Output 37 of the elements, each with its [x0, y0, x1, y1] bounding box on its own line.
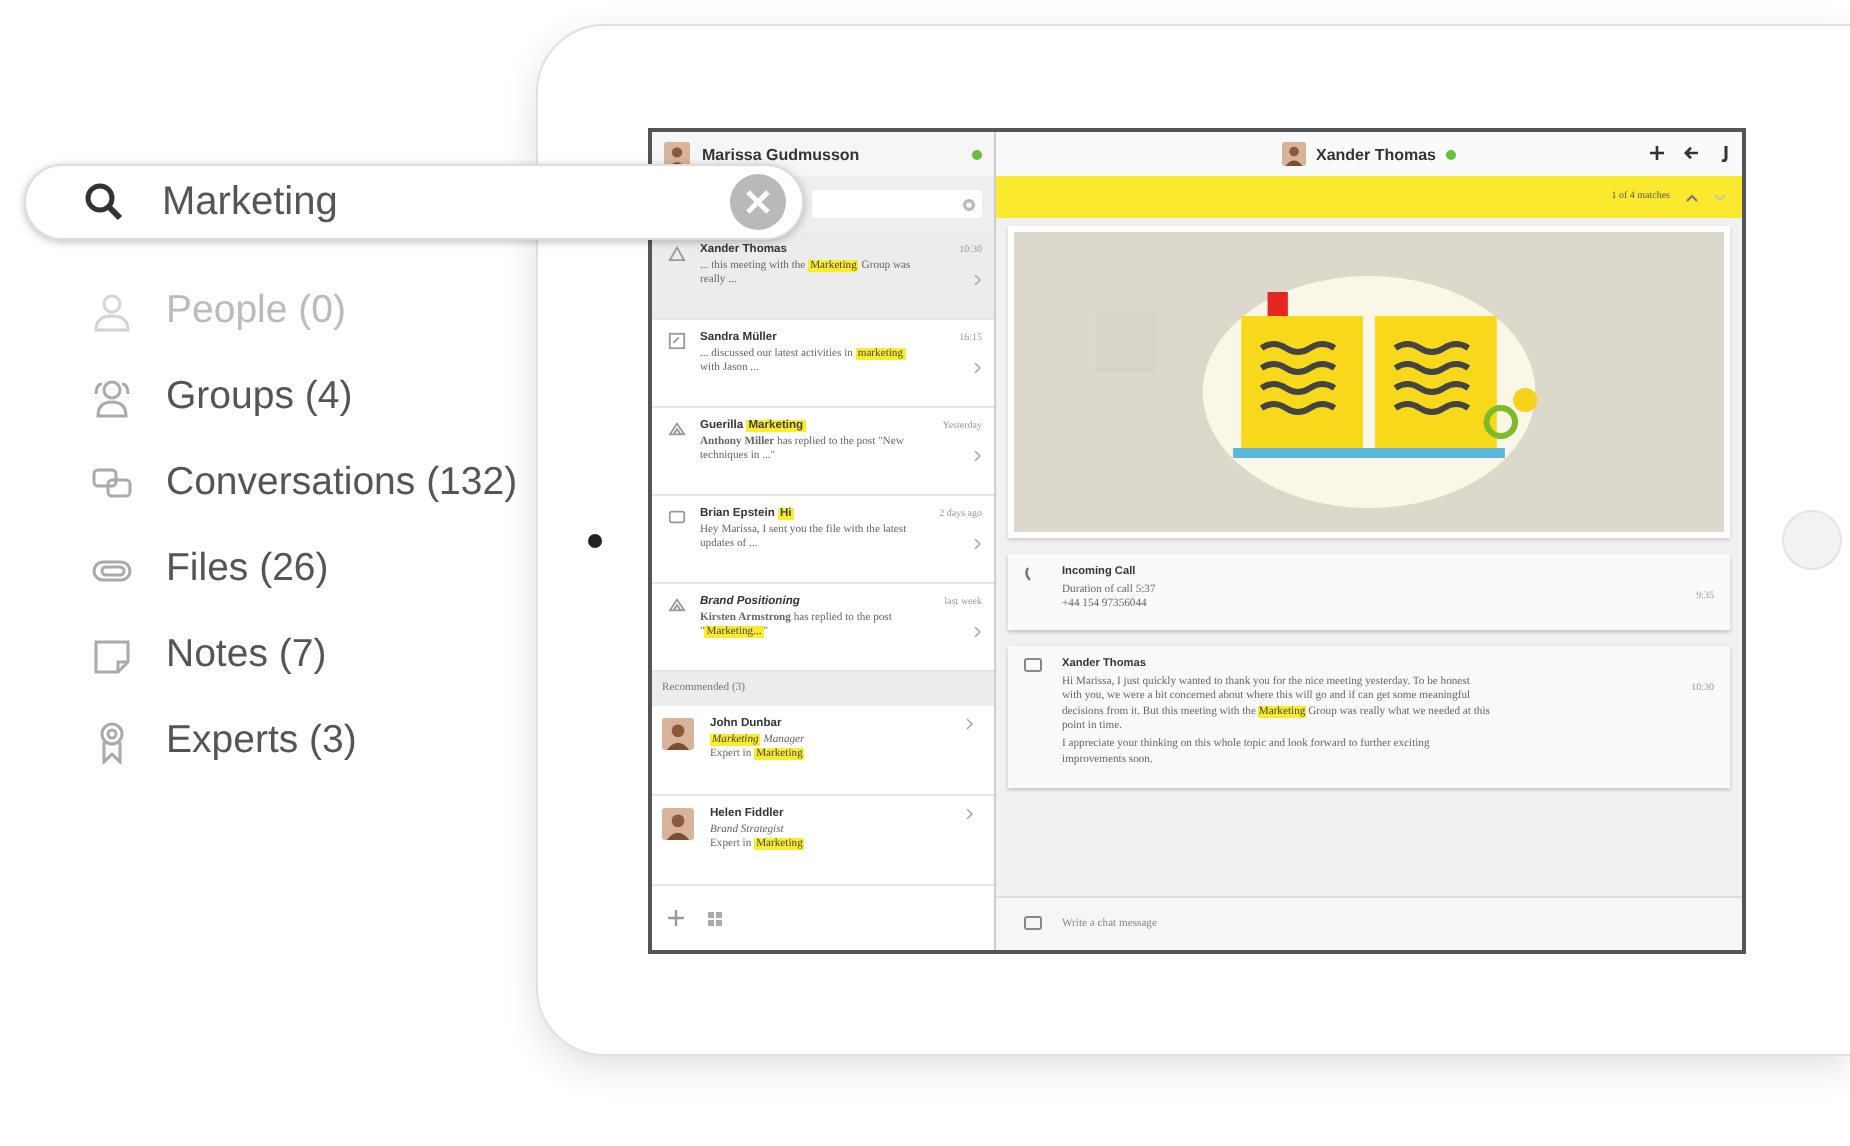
avatar-icon	[1281, 142, 1306, 166]
group-icon	[668, 596, 686, 614]
chevron-icon	[974, 538, 982, 550]
chat-icon	[1024, 657, 1042, 674]
clear-icon	[962, 197, 976, 211]
chat-icon	[668, 508, 686, 526]
chevron-icon	[966, 808, 974, 820]
up-chevron-icon[interactable]	[1686, 193, 1698, 201]
add-icon[interactable]	[1650, 146, 1664, 160]
result-type-link[interactable]: Groups (4)	[166, 374, 353, 420]
avatar-icon	[664, 141, 690, 167]
search-icon	[82, 180, 126, 224]
contact-name: Xander Thomas	[1315, 145, 1436, 163]
close-icon	[742, 186, 774, 218]
note-icon	[668, 332, 686, 350]
search-bar[interactable]: Marketing	[24, 164, 804, 240]
clear-button[interactable]	[730, 174, 786, 230]
avatar-icon	[662, 808, 694, 840]
search-field[interactable]	[812, 190, 982, 218]
camera-dot	[588, 534, 602, 548]
arrow-icon[interactable]	[1684, 146, 1698, 160]
result-type-link[interactable]: Experts (3)	[166, 718, 357, 764]
result-type-link[interactable]: Notes (7)	[166, 632, 327, 678]
grid-icon[interactable]	[708, 911, 722, 925]
chevron-icon	[974, 450, 982, 462]
chevron-icon	[974, 274, 982, 286]
user-name: Marissa Gudmusson	[702, 145, 862, 163]
chevron-icon	[974, 626, 982, 638]
search-field[interactable]: Marketing	[158, 177, 698, 227]
result-type-link[interactable]: Conversations (132)	[166, 460, 518, 506]
group-icon	[90, 375, 134, 419]
avatar-icon	[662, 718, 694, 750]
chevron-icon	[966, 718, 974, 730]
chevron-icon	[974, 362, 982, 374]
result-type-link[interactable]: Files (26)	[166, 546, 329, 592]
group-icon	[668, 420, 686, 438]
chat-icon	[1024, 916, 1042, 932]
